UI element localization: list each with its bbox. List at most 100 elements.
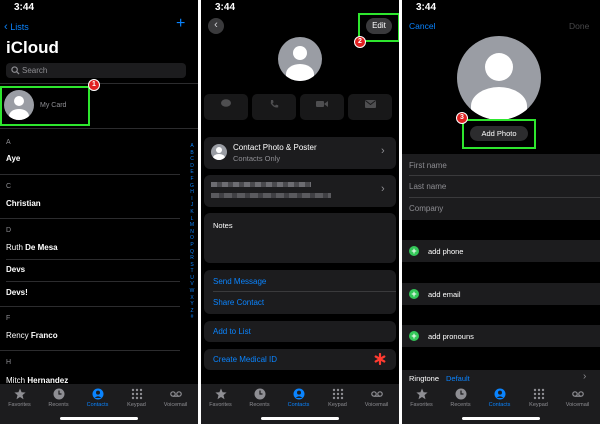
index-letter[interactable]: H [188, 189, 196, 196]
tab-label: Favorites [8, 402, 31, 408]
list-item[interactable]: Ruth De Mesa [6, 243, 58, 252]
first-name-field[interactable]: First name [409, 161, 447, 170]
index-letter[interactable]: L [188, 216, 196, 223]
index-letter[interactable]: X [188, 295, 196, 302]
add-phone-row[interactable]: + add phone [402, 240, 600, 262]
list-item[interactable]: Rency Franco [6, 331, 58, 340]
index-letter[interactable]: A [188, 143, 196, 150]
index-letter[interactable]: F [188, 176, 196, 183]
index-letter[interactable]: W [188, 288, 196, 295]
message-bubble-icon [221, 99, 231, 107]
index-letter[interactable]: U [188, 275, 196, 282]
mail-button[interactable] [348, 94, 392, 120]
list-item[interactable]: Aye [6, 154, 20, 163]
search-input[interactable]: Search [6, 63, 186, 78]
notes-field[interactable]: Notes [204, 213, 396, 263]
edit-contact-screen: 3:44 Cancel Done Add Photo 3 First name … [402, 0, 600, 424]
list-item[interactable]: Christian [6, 199, 41, 208]
video-button[interactable] [300, 94, 344, 120]
index-letter[interactable]: J [188, 202, 196, 209]
chevron-right-icon: › [583, 371, 587, 382]
message-button[interactable] [204, 94, 248, 120]
tab-recents[interactable]: Recents [240, 388, 279, 408]
index-letter[interactable]: D [188, 163, 196, 170]
tab-contacts[interactable]: Contacts [279, 388, 318, 408]
tab-keypad[interactable]: Keypad [117, 388, 156, 408]
index-letter[interactable]: # [188, 314, 196, 321]
index-letter[interactable]: V [188, 281, 196, 288]
add-circle-icon: + [409, 331, 419, 341]
index-letter[interactable]: S [188, 262, 196, 269]
tab-contacts[interactable]: Contacts [480, 388, 519, 408]
person-circle-icon [293, 388, 304, 400]
notes-label: Notes [213, 221, 233, 230]
index-letter[interactable]: Z [188, 308, 196, 315]
index-letter[interactable]: Y [188, 301, 196, 308]
phone-icon [270, 100, 279, 108]
add-contact-button[interactable]: + [176, 15, 185, 33]
chevron-left-icon: ‹ [4, 21, 8, 33]
search-placeholder: Search [22, 66, 48, 75]
person-circle-icon [92, 388, 103, 400]
tab-voicemail[interactable]: Voicemail [558, 388, 597, 408]
step-badge: 1 [88, 79, 100, 91]
mail-envelope-icon [365, 100, 376, 108]
redacted-info-row[interactable]: › [204, 175, 396, 207]
medical-asterisk-icon [374, 353, 386, 365]
index-letter[interactable]: T [188, 268, 196, 275]
call-button[interactable] [252, 94, 296, 120]
index-letter[interactable]: E [188, 169, 196, 176]
star-icon [13, 388, 26, 400]
index-letter[interactable]: K [188, 209, 196, 216]
ringtone-label: Ringtone [409, 374, 440, 383]
divider [409, 197, 600, 198]
search-icon [11, 66, 20, 75]
index-letter[interactable]: M [188, 222, 196, 229]
list-item[interactable]: Devs [6, 265, 25, 274]
contact-detail-screen: 3:44 ‹ Edit 2 Contact Photo & Poster Con… [201, 0, 399, 424]
tab-contacts[interactable]: Contacts [78, 388, 117, 408]
tab-recents[interactable]: Recents [39, 388, 78, 408]
tab-voicemail[interactable]: Voicemail [156, 388, 195, 408]
cancel-button[interactable]: Cancel [409, 21, 435, 31]
send-message-button[interactable]: Send Message [213, 277, 266, 286]
add-phone-label: add phone [428, 247, 464, 256]
tab-recents[interactable]: Recents [441, 388, 480, 408]
voicemail-icon [571, 391, 584, 397]
tab-label: Keypad [529, 402, 548, 408]
index-letter[interactable]: Q [188, 249, 196, 256]
tab-voicemail[interactable]: Voicemail [357, 388, 396, 408]
back-button[interactable]: ‹ [208, 18, 224, 34]
divider [6, 259, 180, 260]
last-name-field[interactable]: Last name [409, 182, 446, 191]
index-letter[interactable]: B [188, 150, 196, 157]
add-pronouns-row[interactable]: + add pronouns [402, 325, 600, 347]
index-letter[interactable]: P [188, 242, 196, 249]
tab-label: Recents [48, 402, 69, 408]
highlight-box-add-photo [462, 119, 536, 149]
done-button[interactable]: Done [569, 21, 589, 31]
section-header-d: D [6, 227, 12, 234]
tab-favorites[interactable]: Favorites [402, 388, 441, 408]
alphabet-index[interactable]: A B C D E F G H I J K L M N O P Q R S T U V W X Y Z # [188, 143, 196, 321]
tab-favorites[interactable]: Favorites [201, 388, 240, 408]
back-to-lists-button[interactable]: ‹ Lists [4, 21, 29, 33]
contact-photo-poster-row[interactable]: Contact Photo & Poster Contacts Only › [204, 137, 396, 169]
index-letter[interactable]: C [188, 156, 196, 163]
index-letter[interactable]: N [188, 229, 196, 236]
share-contact-button[interactable]: Share Contact [213, 298, 264, 307]
tab-keypad[interactable]: Keypad [519, 388, 558, 408]
list-item[interactable]: Devs! [6, 288, 28, 297]
index-letter[interactable]: O [188, 235, 196, 242]
company-field[interactable]: Company [409, 204, 443, 213]
index-letter[interactable]: R [188, 255, 196, 262]
index-letter[interactable]: I [188, 196, 196, 203]
index-letter[interactable]: G [188, 183, 196, 190]
create-medical-id-row[interactable]: Create Medical ID [204, 349, 396, 370]
chevron-right-icon: › [381, 145, 385, 157]
tab-keypad[interactable]: Keypad [318, 388, 357, 408]
add-email-row[interactable]: + add email [402, 283, 600, 305]
add-to-list-row[interactable]: Add to List [204, 321, 396, 342]
tab-favorites[interactable]: Favorites [0, 388, 39, 408]
tab-label: Recents [450, 402, 471, 408]
